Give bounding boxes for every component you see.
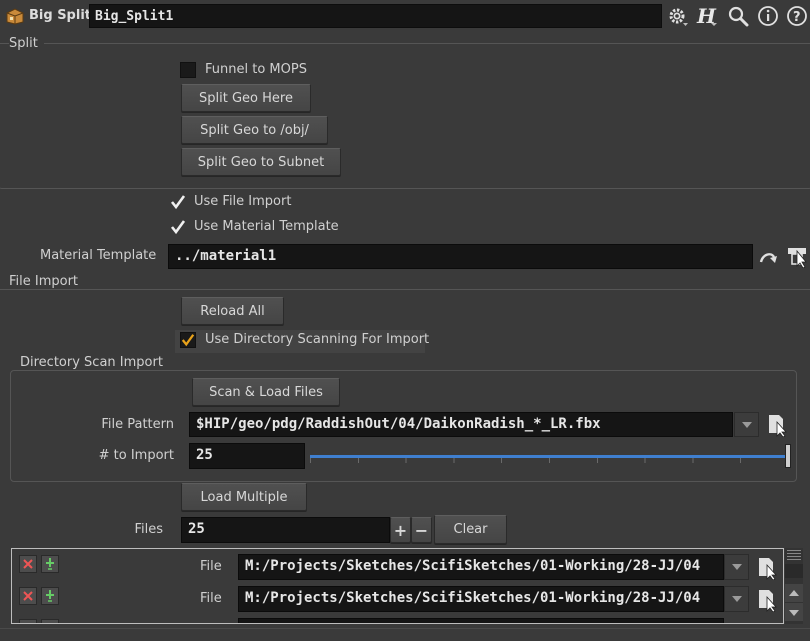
file-row-field[interactable] <box>238 618 724 623</box>
num-to-import-slider-handle[interactable] <box>785 444 791 468</box>
file-chooser-icon[interactable] <box>756 588 780 612</box>
files-list-scrollbar[interactable] <box>785 548 803 624</box>
parameter-header: Big Split Big_Split1 H ? <box>0 0 810 33</box>
file-chooser-icon[interactable] <box>766 413 790 437</box>
files-count-label: Files <box>134 522 163 537</box>
chevron-up-icon <box>789 589 799 596</box>
slider-ticks <box>310 458 788 463</box>
file-chooser-icon[interactable] <box>756 556 780 580</box>
use-directory-scanning-label: Use Directory Scanning For Import <box>205 332 430 347</box>
box-node-icon[interactable] <box>5 7 25 25</box>
files-count-field[interactable]: 25 <box>181 517 390 543</box>
use-file-import-label: Use File Import <box>194 194 292 209</box>
insert-plus-icon <box>46 558 54 570</box>
material-template-label: Material Template <box>40 248 157 263</box>
scan-load-files-button[interactable]: Scan & Load Files <box>192 378 340 406</box>
search-icon[interactable] <box>727 5 749 27</box>
chevron-down-icon <box>731 564 742 570</box>
scroll-up-button[interactable] <box>785 584 803 602</box>
num-to-import-label: # to Import <box>98 448 174 463</box>
chevron-down-icon <box>741 421 752 428</box>
split-folder-frame <box>0 43 810 189</box>
scrollbar-grip[interactable] <box>787 550 801 562</box>
node-name-field[interactable]: Big_Split1 <box>89 4 662 28</box>
file-pattern-dropdown[interactable] <box>734 412 759 437</box>
scrollbar-thumb[interactable] <box>785 564 803 578</box>
split-folder-title[interactable]: Split <box>9 36 44 51</box>
close-icon <box>23 591 33 601</box>
add-file-button[interactable]: + <box>390 517 411 543</box>
use-directory-scanning-checkbox[interactable] <box>180 332 196 348</box>
info-icon[interactable] <box>757 5 779 27</box>
file-import-folder-line <box>0 289 810 290</box>
remove-instance-button[interactable] <box>19 587 37 605</box>
use-material-template-checkbox[interactable] <box>170 219 186 235</box>
num-to-import-field[interactable]: 25 <box>189 443 305 469</box>
split-folder-line <box>0 43 810 44</box>
file-row-label: File <box>200 591 222 606</box>
split-geo-to-obj-button[interactable]: Split Geo to /obj/ <box>181 116 328 144</box>
clear-button[interactable]: Clear <box>434 515 507 544</box>
file-import-folder-title[interactable]: File Import <box>9 274 85 289</box>
dir-scan-folder-title[interactable]: Directory Scan Import <box>17 355 166 370</box>
split-geo-here-button[interactable]: Split Geo Here <box>181 84 311 112</box>
funnel-to-mops-checkbox[interactable] <box>180 62 196 78</box>
help-icon[interactable]: ? <box>786 5 808 27</box>
use-material-template-label: Use Material Template <box>194 219 339 234</box>
file-pattern-field[interactable]: $HIP/geo/pdg/RaddishOut/04/DaikonRadish_… <box>189 412 733 437</box>
remove-instance-button[interactable] <box>19 619 37 623</box>
panel-bottom-edge <box>0 628 810 641</box>
material-template-field[interactable]: ../material1 <box>168 244 753 269</box>
remove-instance-button[interactable] <box>19 555 37 573</box>
remove-file-button[interactable]: − <box>411 517 432 543</box>
insert-instance-button[interactable] <box>41 587 59 605</box>
jump-to-operator-icon[interactable] <box>759 248 779 266</box>
insert-instance-button[interactable] <box>41 555 59 573</box>
insert-instance-button[interactable] <box>41 619 59 623</box>
chevron-down-icon <box>789 609 799 616</box>
file-pattern-label: File Pattern <box>101 417 174 432</box>
gear-icon[interactable] <box>666 5 688 27</box>
split-geo-to-subnet-button[interactable]: Split Geo to Subnet <box>181 148 341 176</box>
files-multiparm-list: File M:/Projects/Sketches/ScifiSketches/… <box>11 548 784 624</box>
use-file-import-checkbox[interactable] <box>170 194 186 210</box>
houdini-help-icon[interactable]: H <box>696 5 718 27</box>
svg-text:?: ? <box>793 10 801 25</box>
load-multiple-button[interactable]: Load Multiple <box>181 483 307 511</box>
funnel-to-mops-label: Funnel to MOPS <box>205 62 307 77</box>
operator-chooser-icon[interactable] <box>786 242 810 268</box>
chevron-down-icon <box>731 596 742 602</box>
file-row-dropdown[interactable] <box>724 554 749 580</box>
checkmark-icon <box>181 334 195 347</box>
node-type-label: Big Split <box>29 8 91 23</box>
file-row-dropdown[interactable] <box>724 586 749 612</box>
file-row-label: File <box>200 559 222 574</box>
file-row-field[interactable]: M:/Projects/Sketches/ScifiSketches/01-Wo… <box>238 586 724 612</box>
file-row-field[interactable]: M:/Projects/Sketches/ScifiSketches/01-Wo… <box>238 554 724 580</box>
close-icon <box>23 559 33 569</box>
reload-all-button[interactable]: Reload All <box>181 297 284 325</box>
insert-plus-icon <box>46 590 54 602</box>
scroll-down-button[interactable] <box>785 603 803 621</box>
